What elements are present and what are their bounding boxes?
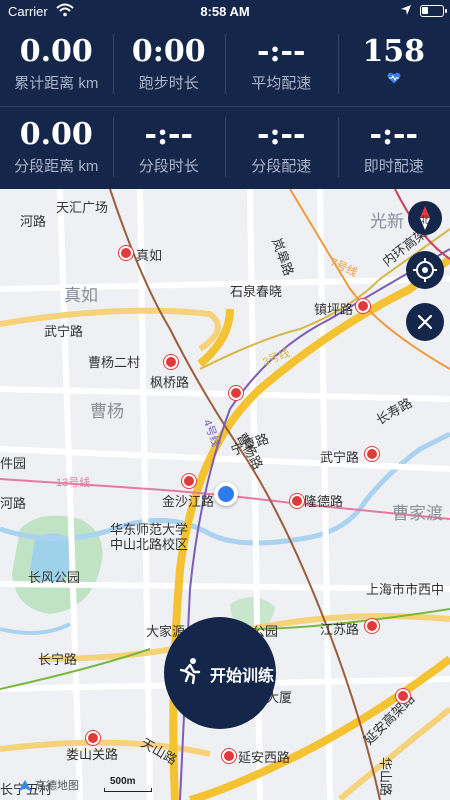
area-label: 曹杨 bbox=[90, 402, 124, 421]
place-label: 中山北路校区 bbox=[110, 537, 189, 552]
stat-value: 0:00 bbox=[131, 34, 206, 69]
park-label: 长风公园 bbox=[28, 570, 81, 585]
compass-icon: 北 bbox=[420, 206, 430, 230]
metro-station-icon bbox=[396, 689, 410, 703]
metro-station-icon bbox=[119, 246, 133, 260]
amap-logo-label: 高德地图 bbox=[35, 780, 79, 792]
road-label: 江苏路 bbox=[320, 622, 360, 637]
road-label: 隆德路 bbox=[304, 494, 344, 509]
road-label: 武宁路 bbox=[44, 324, 84, 339]
metro-line-label: 13号线 bbox=[56, 477, 91, 489]
close-button[interactable] bbox=[406, 303, 444, 341]
stat-value: -:-- bbox=[257, 34, 306, 69]
stat-value: 0.00 bbox=[19, 117, 93, 152]
place-label: 天汇广场 bbox=[56, 200, 109, 215]
amap-logo-icon bbox=[18, 780, 32, 793]
stat-segment-duration: -:-- 分段时长 bbox=[112, 107, 226, 189]
road-label: 河路 bbox=[0, 496, 27, 511]
start-training-button[interactable]: 开始训练 bbox=[164, 617, 276, 729]
stat-heart-rate: 158 bbox=[337, 24, 450, 106]
road-label: 件园 bbox=[0, 456, 27, 471]
metro-station-icon bbox=[222, 749, 236, 763]
compass-button[interactable]: 北 bbox=[408, 201, 442, 235]
place-label: 上海市市西中 bbox=[366, 582, 445, 597]
metro-station-icon bbox=[229, 386, 243, 400]
place-label: 枫桥路 bbox=[150, 375, 190, 390]
metro-station-icon bbox=[164, 355, 178, 369]
stat-average-pace: -:-- 平均配速 bbox=[225, 24, 338, 106]
metro-station-icon bbox=[365, 447, 379, 461]
stats-row-segment: 0.00 分段距离 km -:-- 分段时长 -:-- 分段配速 -:-- 即时… bbox=[0, 107, 450, 189]
stat-label: 累计距离 km bbox=[14, 75, 99, 92]
stat-value: -:-- bbox=[257, 117, 306, 152]
road-label: 华山路 bbox=[378, 757, 393, 797]
road-label: 金沙江路 bbox=[162, 494, 215, 509]
stat-value: 0.00 bbox=[19, 34, 93, 69]
stat-run-duration: 0:00 跑步时长 bbox=[112, 24, 226, 106]
road-label: 武宁路 bbox=[320, 450, 360, 465]
area-label: 曹家渡 bbox=[392, 504, 443, 523]
locate-me-button[interactable] bbox=[406, 251, 444, 289]
metro-station-icon bbox=[182, 474, 196, 488]
place-label: 曹杨二村 bbox=[88, 355, 141, 370]
stat-segment-pace: -:-- 分段配速 bbox=[225, 107, 338, 189]
road-label: 延安西路 bbox=[238, 750, 291, 765]
status-bar: Carrier 8:58 AM bbox=[0, 0, 450, 24]
stat-label: 分段时长 bbox=[138, 158, 199, 175]
map-scale-label: 500m bbox=[110, 776, 136, 787]
heart-rate-icon bbox=[387, 72, 401, 84]
place-label: 石泉春晓 bbox=[230, 284, 283, 299]
road-label: 镇坪路 bbox=[314, 302, 354, 317]
metro-station-icon bbox=[365, 619, 379, 633]
close-icon bbox=[417, 314, 433, 330]
stat-label: 即时配速 bbox=[363, 158, 424, 175]
stat-label: 平均配速 bbox=[251, 75, 312, 92]
location-arrow-icon bbox=[401, 5, 411, 15]
battery-icon bbox=[420, 5, 447, 17]
stat-segment-distance: 0.00 分段距离 km bbox=[0, 107, 113, 189]
amap-logo: 高德地图 bbox=[18, 777, 79, 793]
crosshair-icon bbox=[413, 258, 437, 282]
compass-north-label: 北 bbox=[420, 215, 429, 226]
road-label: 长宁路 bbox=[38, 652, 78, 667]
place-label: 真如 bbox=[136, 248, 163, 263]
stat-value: 158 bbox=[362, 34, 426, 69]
runner-icon bbox=[179, 658, 201, 685]
stat-label: 分段配速 bbox=[251, 158, 312, 175]
stats-row-total: 0.00 累计距离 km 0:00 跑步时长 -:-- 平均配速 158 bbox=[0, 24, 450, 106]
current-location-dot bbox=[214, 482, 238, 506]
area-label: 真如 bbox=[64, 286, 98, 305]
map-view[interactable]: 真如 曹杨 曹家渡 天汇广场 真如 武宁路 曹杨二村 枫桥路 曹杨路 宁夏路 金… bbox=[0, 189, 450, 800]
stat-total-distance: 0.00 累计距离 km bbox=[0, 24, 113, 106]
start-training-label: 开始训练 bbox=[210, 668, 275, 685]
road-label: 河路 bbox=[20, 214, 47, 229]
metro-station-icon bbox=[86, 731, 100, 745]
map-scale-bar bbox=[104, 788, 152, 792]
status-time: 8:58 AM bbox=[200, 4, 250, 19]
metro-station-icon bbox=[356, 299, 370, 313]
map-scale: 500m bbox=[104, 776, 152, 792]
stat-instant-pace: -:-- 即时配速 bbox=[337, 107, 450, 189]
area-label: 光新 bbox=[370, 212, 404, 231]
stat-value: -:-- bbox=[369, 117, 418, 152]
metro-station-icon bbox=[290, 494, 304, 508]
stat-value: -:-- bbox=[144, 117, 193, 152]
stat-label: 分段距离 km bbox=[14, 158, 99, 175]
stat-label: 跑步时长 bbox=[138, 75, 199, 92]
run-stats-panel: 0.00 累计距离 km 0:00 跑步时长 -:-- 平均配速 158 0.0… bbox=[0, 24, 450, 189]
road-label: 娄山关路 bbox=[66, 747, 119, 762]
